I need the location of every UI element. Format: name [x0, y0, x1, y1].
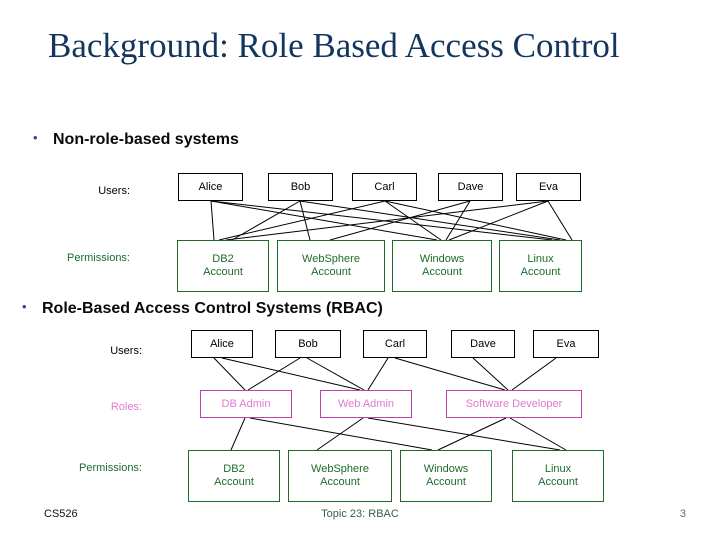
permission-node-websphere-non-rbac[interactable]: WebSphere Account [277, 240, 385, 292]
user-node-dave-rbac[interactable]: Dave [451, 330, 515, 358]
user-node-bob-rbac[interactable]: Bob [275, 330, 341, 358]
bullet-non-role-based: • Non-role-based systems [33, 131, 239, 149]
user-node-label: Carl [374, 180, 395, 193]
permission-node-line1: Windows [423, 463, 469, 476]
row-label-roles-rbac: Roles: [110, 401, 142, 413]
permission-node-db2-non-rbac[interactable]: DB2 Account [177, 240, 269, 292]
permission-node-line1: DB2 [212, 253, 234, 266]
permission-node-line1: Linux [544, 463, 572, 476]
user-node-dave-non-rbac[interactable]: Dave [438, 173, 503, 201]
row-label-permissions-non-rbac: Permissions: [67, 252, 130, 264]
permission-node-line2: Account [214, 476, 254, 488]
user-node-eva-non-rbac[interactable]: Eva [516, 173, 581, 201]
permission-node-line1: WebSphere [302, 253, 360, 266]
permission-node-line1: WebSphere [311, 463, 369, 476]
user-node-label: Bob [290, 180, 311, 193]
permission-node-line2: Account [422, 266, 462, 278]
user-node-label: Alice [210, 337, 234, 350]
user-node-label: Eva [556, 337, 576, 350]
permission-node-db2-rbac[interactable]: DB2 Account [188, 450, 280, 502]
user-node-eva-rbac[interactable]: Eva [533, 330, 599, 358]
row-label-permissions-rbac: Permissions: [79, 462, 142, 474]
permission-node-line1: DB2 [223, 463, 245, 476]
user-node-label: Carl [384, 337, 406, 350]
bullet-rbac: • Role-Based Access Control Systems (RBA… [22, 300, 383, 318]
permission-node-line2: Account [538, 476, 578, 488]
bullet-label: Role-Based Access Control Systems (RBAC) [42, 300, 383, 317]
permission-node-line2: Account [426, 476, 466, 488]
permission-node-line2: Account [320, 476, 360, 488]
user-node-label: Bob [298, 337, 318, 350]
slide-canvas: Background: Role Based Access Control • … [0, 0, 720, 540]
user-node-bob-non-rbac[interactable]: Bob [268, 173, 333, 201]
bullet-label: Non-role-based systems [53, 131, 239, 148]
row-label-users-rbac: Users: [110, 345, 142, 357]
permission-node-line2: Account [203, 266, 243, 278]
permission-node-line1: Windows [419, 253, 465, 266]
role-node-web-admin[interactable]: Web Admin [320, 390, 412, 418]
role-node-software-developer[interactable]: Software Developer [446, 390, 582, 418]
user-node-alice-rbac[interactable]: Alice [191, 330, 253, 358]
user-node-carl-non-rbac[interactable]: Carl [352, 173, 417, 201]
role-node-db-admin[interactable]: DB Admin [200, 390, 292, 418]
bullet-marker-icon: • [22, 299, 27, 314]
footer-topic: Topic 23: RBAC [321, 508, 399, 520]
user-node-label: Dave [470, 337, 496, 350]
permission-node-linux-rbac[interactable]: Linux Account [512, 450, 604, 502]
permission-node-websphere-rbac[interactable]: WebSphere Account [288, 450, 392, 502]
role-node-label: Web Admin [337, 397, 395, 410]
permission-node-line1: Linux [527, 253, 554, 266]
user-node-alice-non-rbac[interactable]: Alice [178, 173, 243, 201]
row-label-users-non-rbac: Users: [98, 185, 130, 197]
role-node-label: Software Developer [465, 397, 563, 410]
user-node-label: Eva [539, 180, 558, 193]
permission-node-linux-non-rbac[interactable]: Linux Account [499, 240, 582, 292]
user-node-carl-rbac[interactable]: Carl [363, 330, 427, 358]
permission-node-windows-non-rbac[interactable]: Windows Account [392, 240, 492, 292]
user-node-label: Dave [457, 180, 484, 193]
permission-node-line2: Account [520, 266, 561, 278]
user-node-label: Alice [198, 180, 223, 193]
permission-node-windows-rbac[interactable]: Windows Account [400, 450, 492, 502]
permission-node-line2: Account [311, 266, 351, 278]
role-node-label: DB Admin [221, 397, 271, 410]
page-title: Background: Role Based Access Control [48, 26, 620, 65]
bullet-marker-icon: • [33, 130, 38, 145]
footer-page-number: 3 [679, 508, 686, 520]
